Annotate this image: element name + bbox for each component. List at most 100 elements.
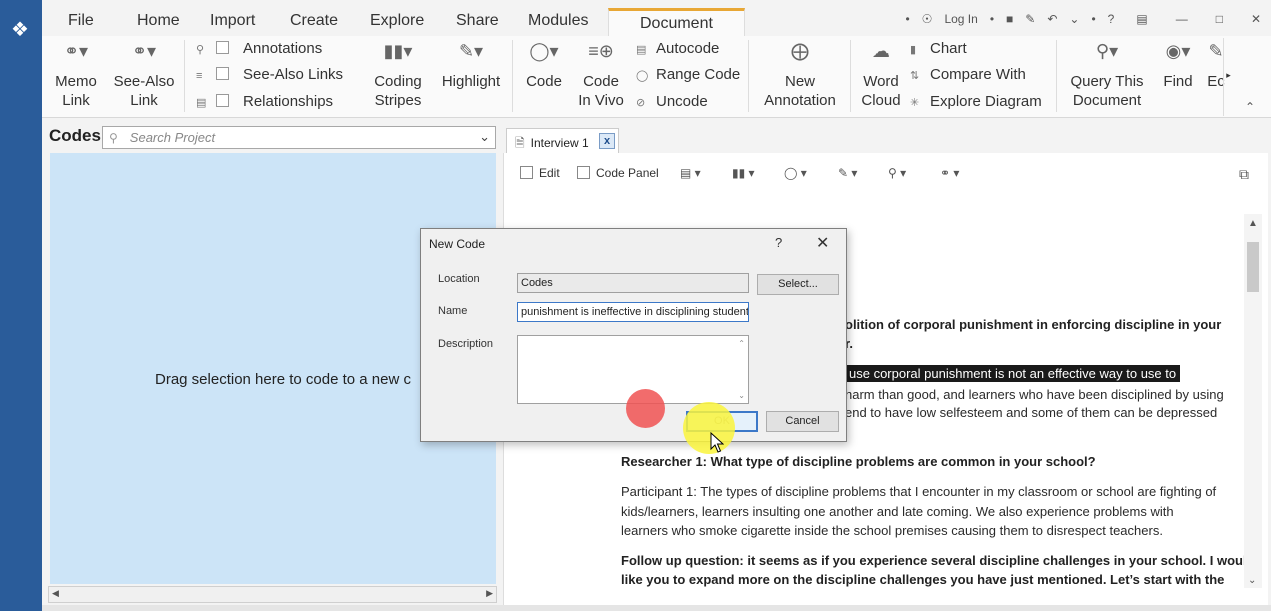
ribbon-separator (184, 40, 185, 112)
range-code-button[interactable]: ◯ Range Code (636, 66, 740, 83)
compare-with-label: Compare With (930, 66, 1026, 83)
edit-toggle[interactable]: Edit (520, 166, 560, 180)
relationships-toggle[interactable]: ▤ Relationships (196, 93, 333, 110)
edit-checkbox[interactable] (520, 166, 533, 179)
relationships-checkbox[interactable] (216, 94, 229, 107)
status-bar (42, 605, 1271, 611)
tab-file[interactable]: File (68, 12, 94, 30)
scroll-up-icon[interactable]: ▲ (1248, 218, 1258, 229)
close-window-icon[interactable]: ✕ (1251, 12, 1261, 26)
chart-button[interactable]: ▮ Chart (910, 40, 967, 57)
see-also-link-icon: ⚭▾ (131, 41, 157, 61)
tab-document[interactable]: Document (608, 8, 745, 36)
undo-icon[interactable]: ↶ (1047, 12, 1057, 26)
new-annotation-button[interactable]: ⨁ New Annotation (756, 42, 844, 110)
uncode-button[interactable]: ⊘ Uncode (636, 93, 708, 110)
document-tab-label: Interview 1 (530, 136, 589, 150)
compare-with-button[interactable]: ⇅ Compare With (910, 66, 1026, 83)
dialog-help-button[interactable]: ? (775, 235, 782, 250)
autocode-button[interactable]: ▤ Autocode (636, 40, 719, 57)
annotation-dropdown-icon[interactable]: ▤ ▾ (680, 166, 701, 180)
location-field[interactable]: Codes (517, 273, 749, 293)
find-button[interactable]: ◉▾ Find (1156, 42, 1200, 91)
see-also-link-button[interactable]: ⚭▾ See-Also Link (110, 42, 178, 110)
doc-answer-fragment: harm than good, and learners who have be… (845, 387, 1224, 402)
tab-create[interactable]: Create (290, 12, 338, 30)
link-dropdown-icon[interactable]: ⚭ ▾ (940, 166, 959, 180)
explore-diagram-label: Explore Diagram (930, 93, 1042, 110)
binoculars-icon: ◉▾ (1165, 41, 1191, 61)
scroll-thumb[interactable] (1247, 242, 1259, 292)
highlight-button[interactable]: ✎▾ Highlight (436, 42, 506, 91)
restore-icon[interactable]: □ (1216, 12, 1223, 26)
tab-explore[interactable]: Explore (370, 12, 424, 30)
document-tab-interview-1[interactable]: 🗎 Interview 1 x (506, 128, 619, 153)
ribbon-scroll-right[interactable]: ▸ (1223, 38, 1233, 116)
close-tab-icon[interactable]: x (599, 133, 615, 149)
codes-horizontal-scrollbar[interactable]: ◀ ▶ (48, 586, 497, 603)
scroll-left-icon[interactable]: ◀ (52, 588, 59, 599)
tab-home[interactable]: Home (137, 12, 180, 30)
chevron-down-icon[interactable]: ⌄ (479, 129, 490, 145)
comment-icon[interactable]: ▤ (1136, 12, 1147, 26)
collapse-ribbon-icon[interactable]: ⌃ (1245, 100, 1255, 114)
scroll-down-icon[interactable]: ⌄ (1248, 575, 1256, 586)
ribbon-separator-2 (512, 40, 513, 112)
highlight-dropdown-icon[interactable]: ✎ ▾ (838, 166, 857, 180)
user-icon[interactable]: ☉ (922, 12, 933, 26)
save-icon[interactable]: ■ (1006, 12, 1013, 26)
ribbon-document: ⚭▾ Memo Link ⚭▾ See-Also Link ⚲ Annotatio… (42, 36, 1271, 118)
autocode-icon: ▤ (636, 44, 647, 56)
app-grid-icon[interactable]: ❖ (11, 20, 29, 40)
see-also-links-toggle[interactable]: ≡ See-Also Links (196, 66, 343, 83)
see-also-links-checkbox[interactable] (216, 67, 229, 80)
minimize-icon[interactable]: — (1176, 12, 1188, 26)
float-window-icon[interactable]: ⧉ (1239, 166, 1249, 183)
query-this-document-button[interactable]: ⚲▾ Query This Document (1064, 42, 1150, 110)
annotations-label: Annotations (243, 40, 323, 57)
relationships-icon: ▤ (196, 97, 207, 109)
explore-diagram-button[interactable]: ✳ Explore Diagram (910, 93, 1042, 110)
annotations-checkbox[interactable] (216, 41, 229, 54)
coding-stripes-button[interactable]: ▮▮▾ Coding Stripes (368, 42, 428, 110)
pencil-icon[interactable]: ✎ (1025, 12, 1035, 26)
scroll-down-icon-desc[interactable]: ⌄ (738, 391, 745, 400)
code-in-vivo-button[interactable]: ≡⊕ Code In Vivo (574, 42, 628, 110)
customize-icon[interactable]: ⌄ (1069, 12, 1079, 26)
document-vertical-scrollbar[interactable]: ▲ ⌄ (1244, 214, 1262, 588)
search-project-input[interactable]: ⚲ Search Project ⌄ (102, 126, 496, 149)
dialog-close-icon[interactable]: ✕ (816, 233, 829, 253)
scroll-right-icon[interactable]: ▶ (486, 588, 493, 599)
code-panel-checkbox[interactable] (577, 166, 590, 179)
dot-icon-2: • (1091, 12, 1096, 26)
cursor-highlight (683, 402, 735, 454)
dot-icon: • (989, 12, 995, 26)
annotations-icon: ⚲ (196, 44, 205, 56)
coding-stripes-label: Coding Stripes (374, 73, 422, 109)
select-button[interactable]: Select... (757, 274, 839, 295)
highlighted-selection[interactable]: use corporal punishment is not an effect… (845, 365, 1181, 382)
annotations-toggle[interactable]: ⚲ Annotations (196, 40, 322, 57)
login-link[interactable]: Log In (944, 12, 977, 26)
search-icon: ⚲ (109, 131, 118, 145)
doc-selected-text[interactable]: use corporal punishment is not an effect… (845, 364, 1181, 383)
mouse-pointer-icon (710, 432, 724, 453)
chart-label: Chart (930, 40, 967, 57)
tab-import[interactable]: Import (210, 12, 255, 30)
code-dropdown-icon[interactable]: ◯ ▾ (784, 166, 807, 180)
tab-modules[interactable]: Modules (528, 12, 588, 30)
stripes-dropdown-icon[interactable]: ▮▮ ▾ (732, 166, 755, 180)
query-dropdown-icon[interactable]: ⚲ ▾ (888, 166, 906, 180)
help-button[interactable]: ? (1108, 12, 1115, 26)
scroll-up-icon-desc[interactable]: ⌃ (738, 339, 745, 348)
code-button[interactable]: ◯▾ Code (520, 42, 568, 91)
ribbon-separator-3 (748, 40, 749, 112)
code-panel-toggle[interactable]: Code Panel (577, 166, 659, 180)
quick-access-toolbar: • ☉ Log In • ■ ✎ ↶ ⌄ • ? ▤ — □ ✕ (905, 12, 1261, 26)
cancel-button[interactable]: Cancel (766, 411, 839, 432)
tab-share[interactable]: Share (456, 12, 499, 30)
memo-link-button[interactable]: ⚭▾ Memo Link (52, 42, 100, 110)
name-field[interactable]: punishment is ineffective in disciplinin… (517, 302, 749, 322)
see-also-links-icon: ≡ (196, 70, 203, 82)
word-cloud-button[interactable]: ☁ Word Cloud (856, 42, 906, 110)
